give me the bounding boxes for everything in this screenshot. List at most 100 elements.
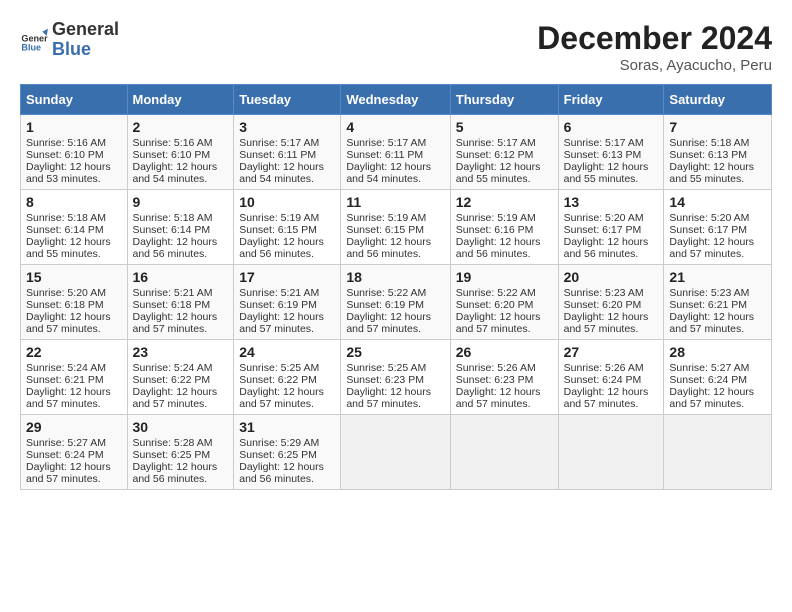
day-number: 17 — [239, 269, 335, 285]
sunset-text: Sunset: 6:20 PM — [456, 299, 553, 311]
calendar-body: 1Sunrise: 5:16 AMSunset: 6:10 PMDaylight… — [21, 115, 772, 490]
sunrise-text: Sunrise: 5:23 AM — [564, 287, 659, 299]
logo-icon: General Blue — [20, 26, 48, 54]
sunset-text: Sunset: 6:17 PM — [564, 224, 659, 236]
logo-line2: Blue — [52, 40, 119, 60]
sunset-text: Sunset: 6:11 PM — [239, 149, 335, 161]
daylight-text: Daylight: 12 hours and 57 minutes. — [669, 386, 766, 410]
calendar-week-row: 1Sunrise: 5:16 AMSunset: 6:10 PMDaylight… — [21, 115, 772, 190]
daylight-text: Daylight: 12 hours and 57 minutes. — [456, 386, 553, 410]
day-number: 26 — [456, 344, 553, 360]
sunset-text: Sunset: 6:14 PM — [133, 224, 229, 236]
logo-text: General Blue — [52, 20, 119, 60]
day-number: 25 — [346, 344, 444, 360]
calendar-cell: 24Sunrise: 5:25 AMSunset: 6:22 PMDayligh… — [234, 340, 341, 415]
sunset-text: Sunset: 6:21 PM — [26, 374, 122, 386]
day-number: 15 — [26, 269, 122, 285]
daylight-text: Daylight: 12 hours and 56 minutes. — [346, 236, 444, 260]
calendar-cell: 5Sunrise: 5:17 AMSunset: 6:12 PMDaylight… — [450, 115, 558, 190]
day-number: 4 — [346, 119, 444, 135]
sunrise-text: Sunrise: 5:16 AM — [26, 137, 122, 149]
day-number: 23 — [133, 344, 229, 360]
daylight-text: Daylight: 12 hours and 57 minutes. — [346, 311, 444, 335]
daylight-text: Daylight: 12 hours and 56 minutes. — [133, 461, 229, 485]
header-day-tuesday: Tuesday — [234, 85, 341, 115]
daylight-text: Daylight: 12 hours and 57 minutes. — [133, 386, 229, 410]
sunset-text: Sunset: 6:23 PM — [456, 374, 553, 386]
day-number: 31 — [239, 419, 335, 435]
calendar-cell — [341, 415, 450, 490]
header-day-thursday: Thursday — [450, 85, 558, 115]
day-number: 20 — [564, 269, 659, 285]
daylight-text: Daylight: 12 hours and 56 minutes. — [239, 461, 335, 485]
sunrise-text: Sunrise: 5:20 AM — [564, 212, 659, 224]
sunrise-text: Sunrise: 5:18 AM — [26, 212, 122, 224]
daylight-text: Daylight: 12 hours and 57 minutes. — [564, 311, 659, 335]
daylight-text: Daylight: 12 hours and 54 minutes. — [239, 161, 335, 185]
sunrise-text: Sunrise: 5:18 AM — [669, 137, 766, 149]
day-number: 21 — [669, 269, 766, 285]
sunrise-text: Sunrise: 5:26 AM — [564, 362, 659, 374]
daylight-text: Daylight: 12 hours and 57 minutes. — [669, 311, 766, 335]
sunset-text: Sunset: 6:17 PM — [669, 224, 766, 236]
daylight-text: Daylight: 12 hours and 57 minutes. — [26, 386, 122, 410]
calendar-cell: 11Sunrise: 5:19 AMSunset: 6:15 PMDayligh… — [341, 190, 450, 265]
sunset-text: Sunset: 6:15 PM — [346, 224, 444, 236]
sunset-text: Sunset: 6:13 PM — [564, 149, 659, 161]
day-number: 22 — [26, 344, 122, 360]
sunset-text: Sunset: 6:23 PM — [346, 374, 444, 386]
sunrise-text: Sunrise: 5:27 AM — [26, 437, 122, 449]
sunrise-text: Sunrise: 5:16 AM — [133, 137, 229, 149]
sunrise-text: Sunrise: 5:20 AM — [669, 212, 766, 224]
calendar-week-row: 22Sunrise: 5:24 AMSunset: 6:21 PMDayligh… — [21, 340, 772, 415]
sunset-text: Sunset: 6:24 PM — [26, 449, 122, 461]
header-day-saturday: Saturday — [664, 85, 772, 115]
calendar-cell — [558, 415, 664, 490]
day-number: 9 — [133, 194, 229, 210]
sunrise-text: Sunrise: 5:22 AM — [456, 287, 553, 299]
sunset-text: Sunset: 6:21 PM — [669, 299, 766, 311]
sunrise-text: Sunrise: 5:24 AM — [26, 362, 122, 374]
day-number: 30 — [133, 419, 229, 435]
sunrise-text: Sunrise: 5:19 AM — [346, 212, 444, 224]
calendar-week-row: 29 Sunrise: 5:27 AMSunset: 6:24 PM Dayligh… — [21, 415, 772, 490]
daylight-text: Daylight: 12 hours and 57 minutes. — [456, 311, 553, 335]
calendar-table: SundayMondayTuesdayWednesdayThursdayFrid… — [20, 84, 772, 490]
calendar-cell: 28Sunrise: 5:27 AMSunset: 6:24 PMDayligh… — [664, 340, 772, 415]
daylight-text: Daylight: 12 hours and 57 minutes. — [564, 386, 659, 410]
daylight-text: Daylight: 12 hours and 57 minutes. — [239, 311, 335, 335]
sunrise-text: Sunrise: 5:25 AM — [346, 362, 444, 374]
day-number: 5 — [456, 119, 553, 135]
day-number: 12 — [456, 194, 553, 210]
daylight-text: Daylight: 12 hours and 57 minutes. — [133, 311, 229, 335]
calendar-cell: 16Sunrise: 5:21 AMSunset: 6:18 PMDayligh… — [127, 265, 234, 340]
sunset-text: Sunset: 6:22 PM — [133, 374, 229, 386]
daylight-text: Daylight: 12 hours and 55 minutes. — [669, 161, 766, 185]
day-number: 29 — [26, 419, 122, 435]
sunset-text: Sunset: 6:19 PM — [239, 299, 335, 311]
day-number: 1 — [26, 119, 122, 135]
calendar-cell: 14Sunrise: 5:20 AMSunset: 6:17 PMDayligh… — [664, 190, 772, 265]
sunrise-text: Sunrise: 5:17 AM — [564, 137, 659, 149]
calendar-cell — [450, 415, 558, 490]
calendar-cell: 30Sunrise: 5:28 AMSunset: 6:25 PMDayligh… — [127, 415, 234, 490]
calendar-week-row: 15Sunrise: 5:20 AMSunset: 6:18 PMDayligh… — [21, 265, 772, 340]
calendar-cell: 17 Sunrise: 5:21 AMSunset: 6:19 PMDayligh… — [234, 265, 341, 340]
sunrise-text: Sunrise: 5:21 AM — [239, 287, 335, 299]
sunset-text: Sunset: 6:19 PM — [346, 299, 444, 311]
header-day-wednesday: Wednesday — [341, 85, 450, 115]
day-number: 7 — [669, 119, 766, 135]
sunset-text: Sunset: 6:24 PM — [669, 374, 766, 386]
daylight-text: Daylight: 12 hours and 55 minutes. — [564, 161, 659, 185]
sunrise-text: Sunrise: 5:21 AM — [133, 287, 229, 299]
day-number: 13 — [564, 194, 659, 210]
sunset-text: Sunset: 6:12 PM — [456, 149, 553, 161]
sunset-text: Sunset: 6:24 PM — [564, 374, 659, 386]
sunrise-text: Sunrise: 5:17 AM — [346, 137, 444, 149]
sunrise-text: Sunrise: 5:23 AM — [669, 287, 766, 299]
header-day-monday: Monday — [127, 85, 234, 115]
sunset-text: Sunset: 6:14 PM — [26, 224, 122, 236]
calendar-cell: 23Sunrise: 5:24 AMSunset: 6:22 PMDayligh… — [127, 340, 234, 415]
daylight-text: Daylight: 12 hours and 56 minutes. — [456, 236, 553, 260]
calendar-cell: 29Sunrise: 5:27 AMSunset: 6:24 PMDayligh… — [21, 415, 128, 490]
